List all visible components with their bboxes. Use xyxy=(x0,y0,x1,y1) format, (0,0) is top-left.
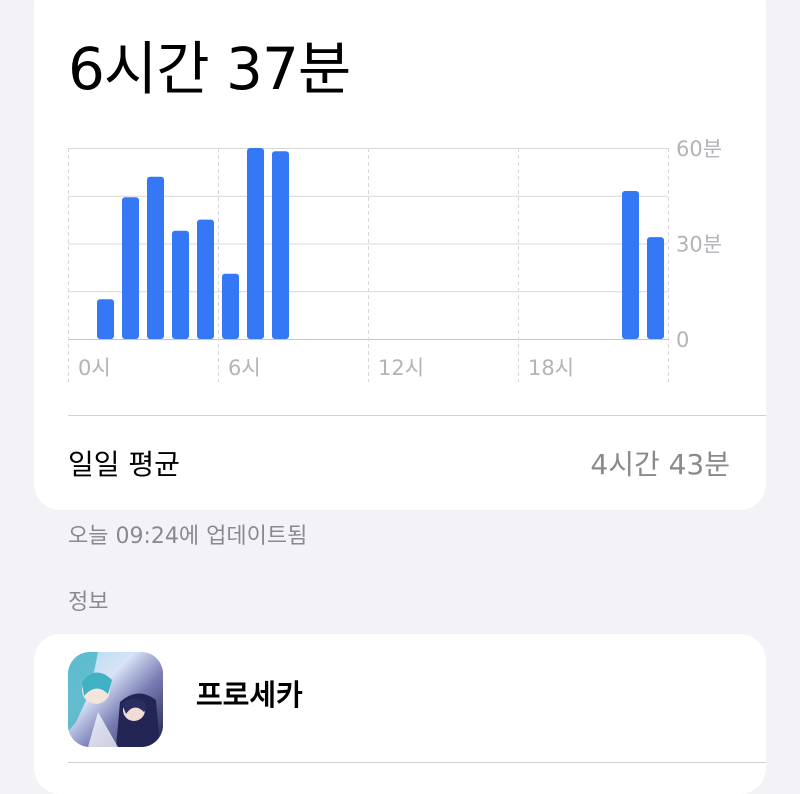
chart-bar xyxy=(247,148,264,339)
info-card: 프로세카 xyxy=(34,634,766,794)
chart-bar xyxy=(97,299,114,339)
app-icon xyxy=(68,652,163,747)
chart-bar xyxy=(272,151,289,339)
app-name: 프로세카 xyxy=(196,678,303,712)
last-updated-text: 오늘 09:24에 업데이트됨 xyxy=(68,524,308,549)
app-row[interactable]: 프로세카 xyxy=(34,634,766,762)
chart-bar xyxy=(647,237,664,339)
chart-bar xyxy=(172,230,189,339)
daily-average-value: 4시간 43분 xyxy=(590,448,730,481)
chart-bar xyxy=(197,219,214,339)
chart-y-tick-label: 30분 xyxy=(676,233,722,257)
daily-average-label: 일일 평균 xyxy=(68,448,180,481)
chart-y-tick-label: 60분 xyxy=(676,137,722,161)
chart-x-tick-label: 6시 xyxy=(228,356,261,380)
card-divider xyxy=(68,415,766,416)
hourly-usage-chart: 0시 6시 12시 18시 60분 30분 0 xyxy=(68,137,722,382)
section-header-info: 정보 xyxy=(68,590,109,615)
chart-x-tick-label: 18시 xyxy=(528,356,574,380)
chart-bar xyxy=(122,197,139,339)
chart-bar xyxy=(147,176,164,339)
chart-x-tick-label: 12시 xyxy=(378,356,424,380)
row-divider xyxy=(68,762,766,763)
chart-x-tick-label: 0시 xyxy=(78,356,111,380)
chart-bar xyxy=(222,273,239,339)
chart-bar xyxy=(622,191,639,339)
chart-y-tick-label: 0 xyxy=(676,328,689,352)
